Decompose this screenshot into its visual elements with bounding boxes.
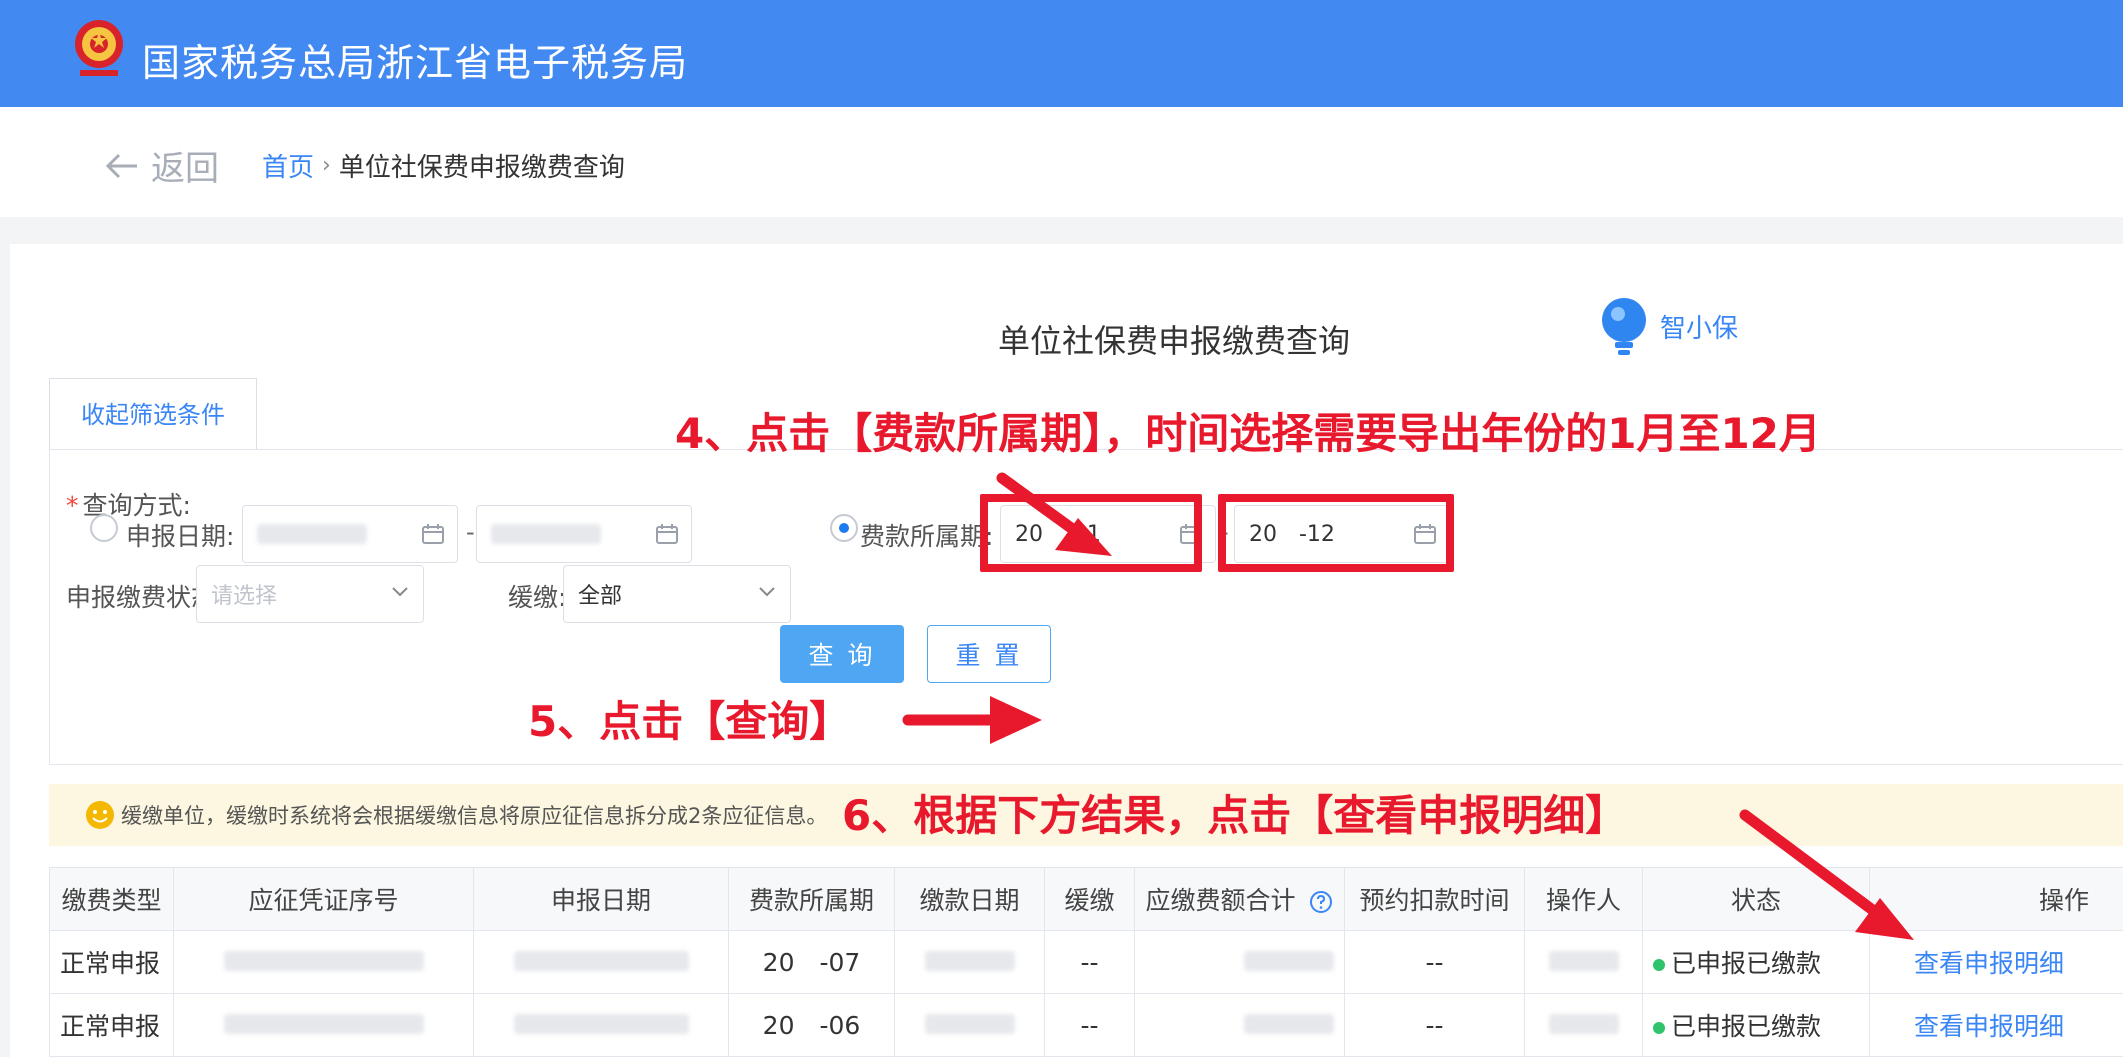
cell-deferred: -- bbox=[1044, 993, 1135, 1057]
arrow-left-icon bbox=[105, 153, 137, 178]
cell-type: 正常申报 bbox=[49, 993, 174, 1057]
nav-bar: 返回 首页 › 单位社保费申报缴费查询 bbox=[0, 107, 2123, 217]
tax-bureau-emblem-icon bbox=[70, 14, 128, 88]
payment-select[interactable]: 全部 bbox=[563, 565, 791, 623]
collapse-filters-tab[interactable]: 收起筛选条件 bbox=[49, 378, 257, 450]
view-declaration-detail-link[interactable]: 查看申报明细 bbox=[1914, 1012, 2064, 1041]
cell-amount-blurred bbox=[1134, 930, 1345, 994]
declare-date-start-input[interactable] bbox=[242, 505, 458, 563]
column-header: 缴费类型 bbox=[49, 867, 174, 931]
cell-operator-blurred bbox=[1524, 993, 1643, 1057]
status-text: 已申报已缴款 bbox=[1671, 1012, 1822, 1041]
cell-voucher-blurred bbox=[173, 993, 474, 1057]
chevron-down-icon bbox=[392, 587, 408, 597]
range-separator: - bbox=[466, 518, 475, 546]
column-header: 费款所属期 bbox=[728, 867, 895, 931]
smile-icon bbox=[86, 801, 114, 829]
annotation-step-4: 4、点击【费款所属期】，时间选择需要导出年份的1月至12月 bbox=[675, 409, 1821, 458]
cell-type: 正常申报 bbox=[49, 930, 174, 994]
main-panel: 单位社保费申报缴费查询 智小保 收起筛选条件 * 查询方式: 申报日期: - 费款… bbox=[10, 244, 2123, 1057]
view-declaration-detail-link[interactable]: 查看申报明细 bbox=[1914, 949, 2064, 978]
back-button[interactable]: 返回 bbox=[105, 141, 219, 190]
filter-panel: * 查询方式: 申报日期: - 费款所属期: 20 -01 - 20 -12 申报… bbox=[49, 449, 2123, 765]
column-header-amount: 应缴费额合计 bbox=[1134, 867, 1345, 931]
notice-text: 缓缴单位，缓缴时系统将会根据缓缴信息将原应征信息拆分成2条应征信息。 bbox=[121, 804, 828, 828]
chevron-down-icon bbox=[759, 587, 775, 597]
annotation-step-5: 5、点击【查询】 bbox=[528, 697, 852, 746]
radio-declare-date[interactable] bbox=[90, 514, 118, 542]
calendar-icon bbox=[656, 524, 678, 544]
status-dot bbox=[1653, 959, 1665, 971]
cell-pay-date-blurred bbox=[894, 930, 1045, 994]
cell-period: 20 -06 bbox=[728, 993, 895, 1057]
breadcrumb-current: 单位社保费申报缴费查询 bbox=[338, 153, 625, 183]
status-select[interactable]: 请选择 bbox=[196, 565, 424, 623]
annotation-step-6: 6、根据下方结果，点击【查看申报明细】 bbox=[842, 791, 1628, 840]
assistant-button[interactable]: 智小保 bbox=[1598, 296, 1738, 356]
cell-schedule: -- bbox=[1344, 993, 1525, 1057]
top-bar: 国家税务总局浙江省电子税务局 bbox=[0, 0, 2123, 107]
fee-period-label: 费款所属期: bbox=[860, 522, 994, 551]
cell-status: 已申报已缴款 bbox=[1642, 993, 1870, 1057]
column-header: 状态 bbox=[1642, 867, 1870, 931]
declare-date-end-input[interactable] bbox=[476, 505, 692, 563]
cell-operator-blurred bbox=[1524, 930, 1643, 994]
breadcrumb-home-link[interactable]: 首页 bbox=[262, 147, 314, 184]
query-button[interactable]: 查 询 bbox=[780, 625, 904, 683]
payment-label: 缓缴: bbox=[508, 583, 567, 612]
status-placeholder: 请选择 bbox=[211, 584, 278, 609]
breadcrumb: 首页 › 单位社保费申报缴费查询 bbox=[262, 147, 625, 184]
breadcrumb-separator: › bbox=[322, 153, 331, 178]
table-header-row: 缴费类型 应征凭证序号 申报日期 费款所属期 缴款日期 缓缴 应缴费额合计 预约… bbox=[49, 867, 2123, 931]
table-row: 正常申报 20 -06 -- -- 已申报已缴款 查看申报明细 bbox=[49, 993, 2123, 1057]
help-icon[interactable] bbox=[1309, 890, 1333, 914]
results-table: 缴费类型 应征凭证序号 申报日期 费款所属期 缴款日期 缓缴 应缴费额合计 预约… bbox=[49, 867, 2123, 1057]
back-label: 返回 bbox=[151, 149, 219, 189]
lightbulb-icon bbox=[1602, 298, 1646, 355]
calendar-icon bbox=[422, 524, 444, 544]
column-header: 应征凭证序号 bbox=[173, 867, 474, 931]
declare-date-label: 申报日期: bbox=[126, 522, 235, 551]
column-header: 缴款日期 bbox=[894, 867, 1045, 931]
cell-amount-blurred bbox=[1134, 993, 1345, 1057]
blurred-value bbox=[491, 524, 601, 544]
status-text: 已申报已缴款 bbox=[1671, 949, 1822, 978]
cell-declare-date-blurred bbox=[473, 993, 729, 1057]
cell-schedule: -- bbox=[1344, 930, 1525, 994]
table-row: 正常申报 20 -07 -- -- 已申报已缴款 查看申报明细 bbox=[49, 930, 2123, 994]
column-header: 申报日期 bbox=[473, 867, 729, 931]
required-asterisk: * bbox=[66, 491, 79, 520]
column-header: 缓缴 bbox=[1044, 867, 1135, 931]
fee-period-start-highlight bbox=[980, 494, 1202, 572]
page-title: 单位社保费申报缴费查询 bbox=[998, 322, 1351, 360]
cell-status: 已申报已缴款 bbox=[1642, 930, 1870, 994]
column-header: 操作人 bbox=[1524, 867, 1643, 931]
site-title: 国家税务总局浙江省电子税务局 bbox=[142, 41, 689, 85]
cell-action: 查看申报明细 bbox=[1869, 993, 2123, 1057]
cell-declare-date-blurred bbox=[473, 930, 729, 994]
status-dot bbox=[1653, 1022, 1665, 1034]
column-header: 预约扣款时间 bbox=[1344, 867, 1525, 931]
reset-button[interactable]: 重 置 bbox=[927, 625, 1051, 683]
column-header: 操作 bbox=[1869, 867, 2123, 931]
cell-deferred: -- bbox=[1044, 930, 1135, 994]
column-header-label: 应缴费额合计 bbox=[1145, 886, 1296, 915]
blurred-value bbox=[257, 524, 367, 544]
fee-period-end-highlight bbox=[1218, 494, 1454, 572]
cell-pay-date-blurred bbox=[894, 993, 1045, 1057]
assistant-label: 智小保 bbox=[1660, 313, 1739, 344]
payment-value: 全部 bbox=[578, 584, 623, 609]
cell-voucher-blurred bbox=[173, 930, 474, 994]
cell-action: 查看申报明细 bbox=[1869, 930, 2123, 994]
radio-fee-period[interactable] bbox=[830, 514, 858, 542]
cell-period: 20 -07 bbox=[728, 930, 895, 994]
